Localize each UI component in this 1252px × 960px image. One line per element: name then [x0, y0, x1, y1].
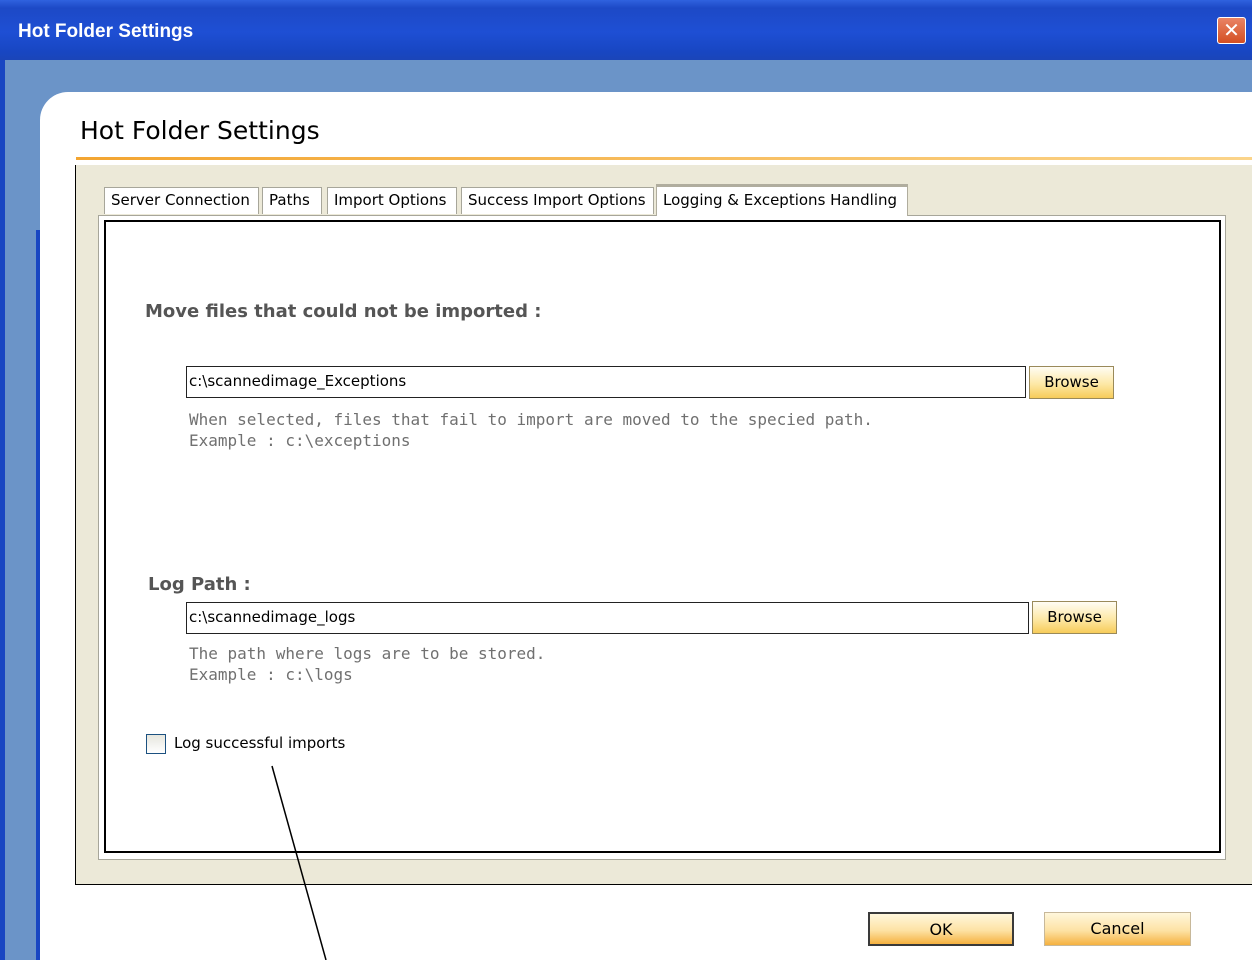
tab-logging-exceptions[interactable]: Logging & Exceptions Handling: [656, 184, 908, 216]
annotation-pointer-line: [271, 765, 327, 960]
annotation-pointer-stroke: [271, 765, 327, 960]
